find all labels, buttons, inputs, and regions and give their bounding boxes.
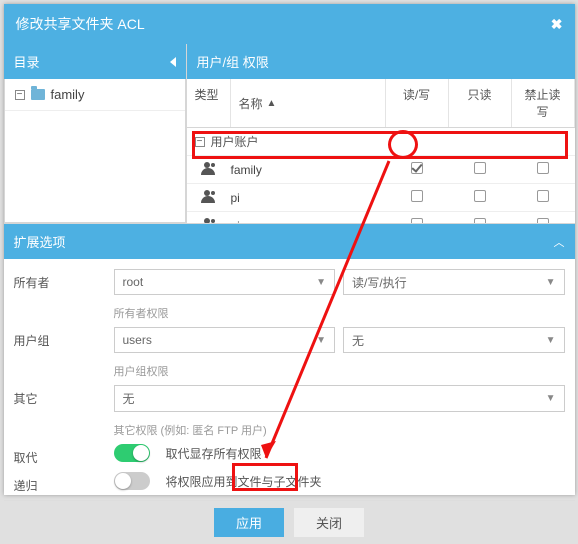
group-label: 用户组 bbox=[14, 327, 114, 349]
checkbox-deny[interactable] bbox=[537, 190, 549, 202]
person-icon bbox=[201, 193, 217, 203]
row-type-icon bbox=[187, 193, 231, 203]
owner-perm-select[interactable]: 读/写/执行▼ bbox=[343, 269, 565, 295]
chevron-down-icon: ▼ bbox=[546, 335, 556, 346]
dialog-title: 修改共享文件夹 ACL bbox=[16, 14, 145, 34]
close-button[interactable]: 关闭 bbox=[294, 508, 364, 537]
owner-hint: 所有者权限 bbox=[114, 305, 565, 321]
grid-header: 类型 名称▲ 读/写 只读 禁止读写 bbox=[187, 79, 575, 128]
table-row[interactable]: pi bbox=[187, 211, 575, 223]
dialog-titlebar: 修改共享文件夹 ACL ✖ bbox=[4, 4, 575, 44]
other-label: 其它 bbox=[14, 385, 114, 407]
checkbox-ro[interactable] bbox=[474, 190, 486, 202]
directory-header-label: 目录 bbox=[14, 52, 40, 71]
checkbox-deny[interactable] bbox=[537, 162, 549, 174]
row-type-icon bbox=[187, 165, 231, 175]
row-type-icon bbox=[187, 221, 231, 224]
recursive-toggle[interactable] bbox=[114, 472, 150, 490]
chevron-down-icon: ▼ bbox=[546, 277, 556, 288]
permissions-panel-header: 用户/组 权限 bbox=[187, 44, 575, 79]
chevron-up-icon[interactable]: ︿ bbox=[554, 234, 565, 250]
extended-options-label: 扩展选项 bbox=[14, 232, 66, 251]
directory-panel-header[interactable]: 目录 bbox=[4, 44, 186, 79]
apply-button[interactable]: 应用 bbox=[214, 508, 284, 537]
chevron-down-icon: ▼ bbox=[546, 393, 556, 404]
chevron-down-icon: ▼ bbox=[316, 335, 326, 346]
other-hint: 其它权限 (例如: 匿名 FTP 用户) bbox=[114, 422, 565, 438]
checkbox-rw[interactable] bbox=[411, 162, 423, 174]
checkbox-rw[interactable] bbox=[411, 190, 423, 202]
tree-collapse-icon[interactable]: − bbox=[15, 90, 25, 100]
checkbox-rw[interactable] bbox=[411, 218, 423, 223]
recursive-text: 将权限应用到文件与子文件夹 bbox=[166, 473, 322, 490]
collapse-left-icon[interactable] bbox=[170, 57, 176, 67]
group-collapse-icon[interactable]: − bbox=[195, 137, 205, 147]
recursive-label: 递归 bbox=[14, 472, 114, 494]
row-name: pi bbox=[231, 219, 386, 224]
row-name: family bbox=[231, 163, 386, 177]
replace-label: 取代 bbox=[14, 444, 114, 466]
sort-asc-icon: ▲ bbox=[267, 98, 277, 109]
checkbox-ro[interactable] bbox=[474, 218, 486, 223]
folder-icon bbox=[31, 89, 45, 100]
col-deny[interactable]: 禁止读写 bbox=[512, 79, 575, 127]
group-hint: 用户组权限 bbox=[114, 363, 565, 379]
col-type[interactable]: 类型 bbox=[187, 79, 231, 127]
tree-item-label: family bbox=[51, 87, 85, 102]
col-rw[interactable]: 读/写 bbox=[386, 79, 449, 127]
permissions-header-label: 用户/组 权限 bbox=[197, 52, 269, 71]
replace-toggle[interactable] bbox=[114, 444, 150, 462]
row-name: pi bbox=[231, 191, 386, 205]
col-name[interactable]: 名称▲ bbox=[231, 79, 386, 127]
dialog-footer: 应用 关闭 bbox=[4, 500, 575, 544]
group-row-users[interactable]: − 用户账户 bbox=[187, 128, 575, 155]
extended-options-header[interactable]: 扩展选项 ︿ bbox=[4, 224, 575, 259]
group-select[interactable]: users▼ bbox=[114, 327, 336, 353]
tree-item-family[interactable]: − family bbox=[5, 79, 185, 111]
checkbox-deny[interactable] bbox=[537, 218, 549, 223]
chevron-down-icon: ▼ bbox=[316, 277, 326, 288]
person-icon bbox=[201, 165, 217, 175]
col-ro[interactable]: 只读 bbox=[449, 79, 512, 127]
group-perm-select[interactable]: 无▼ bbox=[343, 327, 565, 353]
owner-label: 所有者 bbox=[14, 269, 114, 291]
replace-text: 取代显存所有权限 bbox=[166, 445, 262, 462]
owner-select[interactable]: root▼ bbox=[114, 269, 336, 295]
group-label: 用户账户 bbox=[211, 133, 259, 150]
other-perm-select[interactable]: 无▼ bbox=[114, 385, 565, 412]
table-row[interactable]: pi bbox=[187, 183, 575, 211]
table-row[interactable]: family bbox=[187, 155, 575, 183]
checkbox-ro[interactable] bbox=[474, 162, 486, 174]
close-icon[interactable]: ✖ bbox=[551, 16, 563, 33]
person-icon bbox=[201, 221, 217, 224]
